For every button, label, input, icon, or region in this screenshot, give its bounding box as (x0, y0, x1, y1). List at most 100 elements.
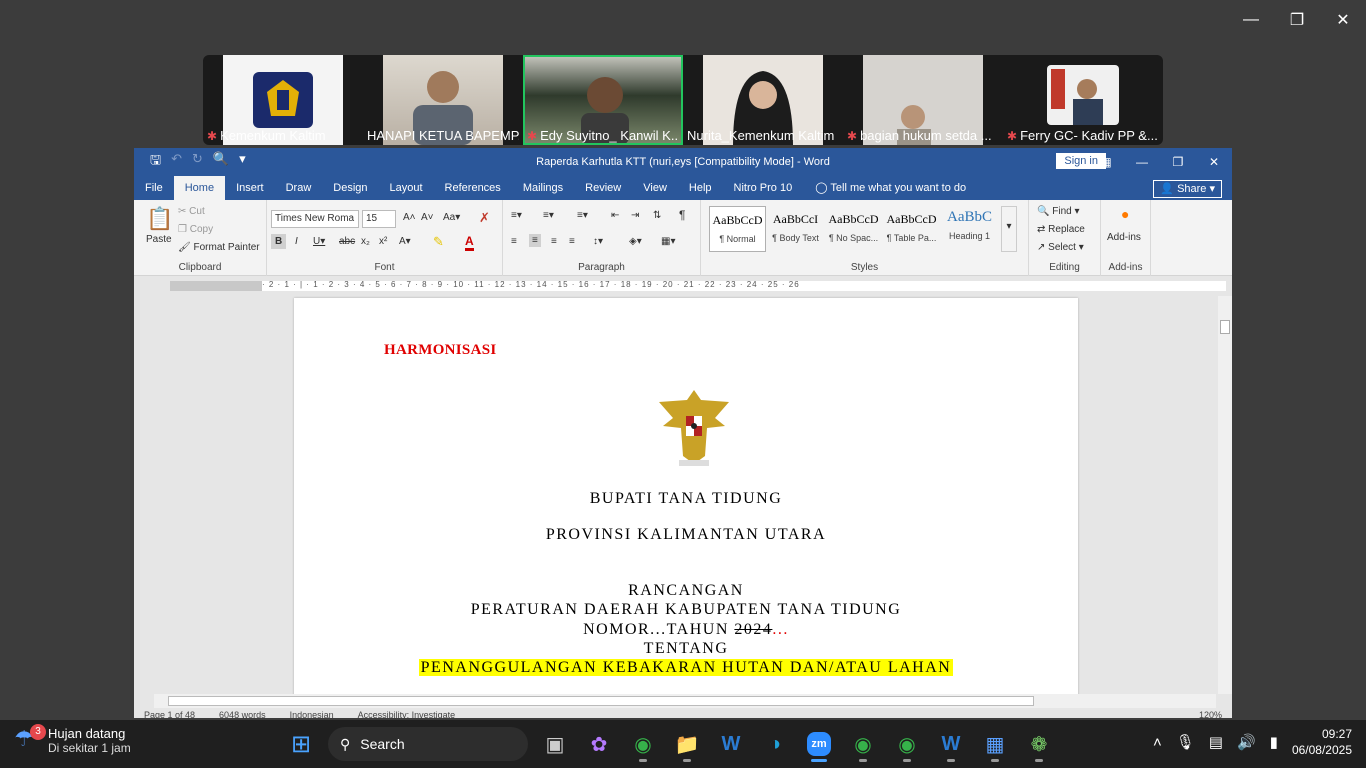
participant-tile[interactable]: ✱ Ferry GC- Kadiv PP &... (1003, 55, 1163, 145)
cut-button[interactable]: ✂ Cut (178, 206, 205, 217)
replace-button[interactable]: ⇄ Replace (1037, 224, 1085, 235)
line-spacing-icon[interactable]: ↕▾ (593, 236, 603, 247)
app-icon[interactable]: ❁ (1022, 724, 1056, 764)
align-center-icon[interactable]: ≡ (529, 234, 541, 247)
bold-button[interactable]: B (271, 234, 287, 249)
borders-icon[interactable]: ▦▾ (661, 236, 675, 247)
multilevel-list-icon[interactable]: ≡▾ (577, 210, 588, 221)
close-icon[interactable]: ✕ (1196, 148, 1232, 176)
style-no-spacing[interactable]: AaBbCcD ¶ No Spac... (825, 206, 882, 252)
restore-icon[interactable]: ❐ (1274, 0, 1320, 40)
tab-view[interactable]: View (632, 176, 678, 200)
chrome-profile-icon[interactable]: ◉ (846, 724, 880, 764)
minimize-icon[interactable]: — (1228, 0, 1274, 40)
participant-tile-active[interactable]: ✱ Edy Suyitno_ Kanwil K... (523, 55, 683, 145)
increase-indent-icon[interactable]: ⇥ (631, 210, 639, 221)
addins-icon[interactable]: ● (1121, 206, 1129, 222)
document-page[interactable]: HARMONISASI BUPATI TANA TIDUNG PROVINSI … (294, 298, 1078, 694)
tab-review[interactable]: Review (574, 176, 632, 200)
font-size-box[interactable]: 15 (362, 210, 396, 228)
search-box[interactable]: ⚲ Search (328, 727, 528, 761)
italic-button[interactable]: I (295, 236, 298, 247)
network-icon[interactable]: ▤ (1209, 733, 1223, 751)
shrink-font-icon[interactable]: A˅ (421, 212, 434, 223)
shading-icon[interactable]: ◈▾ (629, 236, 642, 247)
tab-insert[interactable]: Insert (225, 176, 275, 200)
font-name-box[interactable]: Times New Roma (271, 210, 359, 228)
participant-tile[interactable]: ✱ bagian hukum setda ... (843, 55, 1003, 145)
bullets-icon[interactable]: ≡▾ (511, 210, 522, 221)
addins-button[interactable]: Add-ins (1107, 232, 1141, 243)
strikethrough-button[interactable]: abc (339, 236, 355, 247)
align-left-icon[interactable]: ≡ (511, 236, 517, 247)
word-count[interactable]: 6048 words (219, 708, 266, 718)
paste-icon[interactable]: 📋 (146, 206, 173, 232)
align-right-icon[interactable]: ≡ (551, 236, 557, 247)
tab-help[interactable]: Help (678, 176, 723, 200)
edge-icon[interactable]: ◑ (758, 724, 792, 764)
app-icon[interactable]: ▦ (978, 724, 1012, 764)
paste-button[interactable]: Paste (146, 234, 172, 245)
format-painter-button[interactable]: 🖌 Format Painter (178, 242, 260, 253)
chrome-profile-h-icon[interactable]: ◉ (890, 724, 924, 764)
find-button[interactable]: 🔍 Find ▾ (1037, 206, 1080, 217)
ribbon-display-icon[interactable]: ▦ (1088, 148, 1124, 176)
chrome-icon[interactable]: ◉ (626, 724, 660, 764)
tab-file[interactable]: File (134, 176, 174, 200)
participant-tile[interactable]: Nurita_Kemenkum Kaltim (683, 55, 843, 145)
highlight-icon[interactable]: ✎ (433, 234, 444, 250)
share-button[interactable]: 👤 Share ▾ (1153, 180, 1222, 198)
clear-formatting-icon[interactable]: ✗ (479, 210, 490, 226)
document-area[interactable]: HARMONISASI BUPATI TANA TIDUNG PROVINSI … (134, 296, 1218, 694)
tab-nitro[interactable]: Nitro Pro 10 (723, 176, 804, 200)
tab-draw[interactable]: Draw (275, 176, 323, 200)
horizontal-ruler[interactable]: · 2 · 1 · | · 1 · 2 · 3 · 4 · 5 · 6 · 7 … (134, 276, 1232, 296)
vertical-scrollbar[interactable] (1218, 296, 1232, 694)
style-normal[interactable]: AaBbCcD ¶ Normal (709, 206, 766, 252)
pilcrow-icon[interactable]: ¶ (679, 208, 685, 222)
tab-references[interactable]: References (434, 176, 512, 200)
save-icon[interactable]: 🖫 (150, 151, 161, 173)
windows-start-icon[interactable]: ⊞ (284, 724, 318, 764)
scroll-thumb[interactable] (168, 696, 1034, 706)
customize-qat-icon[interactable]: ▾ (239, 151, 246, 173)
participant-tile[interactable]: ✱ Kemenkum Kaltim (203, 55, 363, 145)
grow-font-icon[interactable]: A˄ (403, 212, 416, 223)
volume-icon[interactable]: 🔊 (1237, 733, 1256, 751)
clock[interactable]: 09:27 06/08/2025 (1292, 726, 1352, 758)
select-button[interactable]: ↗ Select ▾ (1037, 242, 1084, 253)
redo-icon[interactable]: ↻ (192, 151, 203, 173)
font-color-icon[interactable]: A (465, 234, 474, 251)
battery-icon[interactable]: ▮ (1270, 733, 1278, 751)
accessibility-status[interactable]: Accessibility: Investigate (358, 708, 456, 718)
tab-design[interactable]: Design (322, 176, 378, 200)
numbering-icon[interactable]: ≡▾ (543, 210, 554, 221)
task-view-icon[interactable]: ▣ (538, 724, 572, 764)
file-explorer-icon[interactable]: 📁 (670, 724, 704, 764)
scroll-thumb[interactable] (1220, 320, 1230, 334)
weather-widget[interactable]: ☂ 3 Hujan datang Di sekitar 1 jam (14, 724, 131, 756)
minimize-icon[interactable]: — (1124, 148, 1160, 176)
tab-mailings[interactable]: Mailings (512, 176, 574, 200)
subscript-button[interactable]: x₂ (361, 236, 370, 247)
close-icon[interactable]: ✕ (1320, 0, 1366, 40)
decrease-indent-icon[interactable]: ⇤ (611, 210, 619, 221)
page-count[interactable]: Page 1 of 48 (144, 708, 195, 718)
participant-tile[interactable]: HANAPI KETUA BAPEMP... (363, 55, 523, 145)
change-case-icon[interactable]: Aa▾ (443, 212, 460, 223)
maximize-icon[interactable]: ❐ (1160, 148, 1196, 176)
tell-me-box[interactable]: ◯ Tell me what you want to do (803, 176, 966, 200)
undo-icon[interactable]: ↶ (171, 151, 182, 173)
word-app-icon[interactable]: W (714, 724, 748, 764)
sort-icon[interactable]: ⇅ (653, 210, 661, 221)
microphone-icon[interactable]: 🎙 (1176, 733, 1195, 751)
print-preview-icon[interactable]: 🔍 (213, 151, 229, 173)
text-effects-icon[interactable]: A▾ (399, 236, 411, 247)
language[interactable]: Indonesian (290, 708, 334, 718)
zoom-app-icon[interactable]: zm (802, 724, 836, 764)
styles-more-icon[interactable]: ▾ (1001, 206, 1017, 252)
superscript-button[interactable]: x² (379, 236, 387, 247)
zoom-level[interactable]: 120% (1199, 708, 1232, 718)
tab-layout[interactable]: Layout (379, 176, 434, 200)
justify-icon[interactable]: ≡ (569, 236, 575, 247)
